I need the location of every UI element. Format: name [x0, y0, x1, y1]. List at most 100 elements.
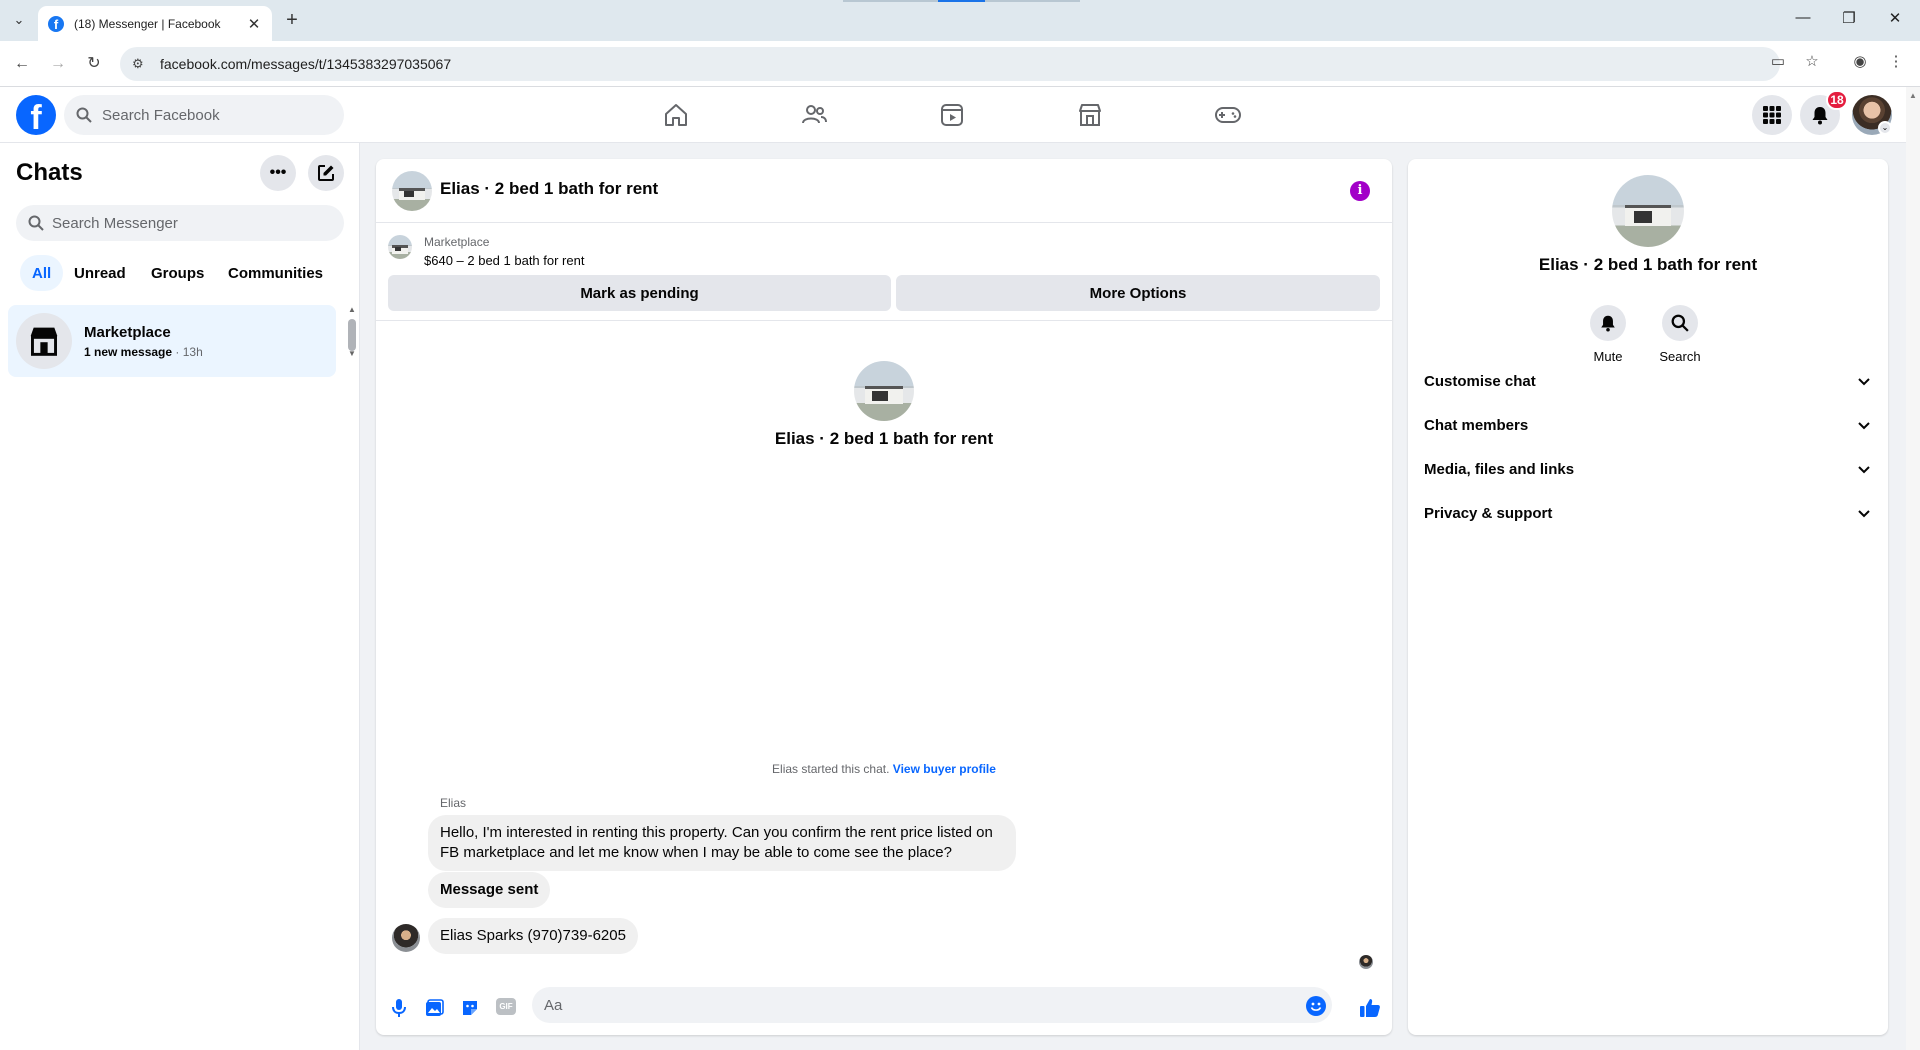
view-buyer-profile-link[interactable]: View buyer profile — [893, 762, 996, 776]
message-bubble[interactable]: Hello, I'm interested in renting this pr… — [428, 815, 1016, 871]
compose-icon — [318, 165, 334, 181]
seen-receipt-avatar — [1359, 955, 1373, 969]
home-icon[interactable] — [662, 101, 690, 129]
tab-strip-indicator — [843, 0, 938, 2]
facebook-favicon-icon: f — [48, 15, 64, 32]
profile-icon[interactable]: ◉ — [1848, 52, 1872, 70]
mute-action[interactable]: Mute — [1578, 305, 1638, 364]
tab-search-chevron-icon[interactable]: ⌄ — [8, 9, 30, 31]
chat-name: Marketplace — [84, 323, 171, 341]
browser-tab-bar: ⌄ f (18) Messenger | Facebook ✕ + — ❐ ✕ — [0, 0, 1920, 41]
mark-as-pending-button[interactable]: Mark as pending — [388, 275, 891, 311]
friends-icon[interactable] — [800, 101, 828, 129]
scroll-up-arrow-icon[interactable]: ▲ — [348, 305, 356, 314]
section-label: Customise chat — [1424, 372, 1536, 390]
restore-icon[interactable]: ❐ — [1834, 9, 1864, 27]
forward-icon[interactable]: → — [46, 52, 70, 76]
message-bubble[interactable]: Message sent — [428, 872, 551, 908]
bell-icon — [1812, 107, 1828, 125]
message-input[interactable]: Aa — [532, 987, 1332, 1023]
search-action[interactable]: Search — [1650, 305, 1710, 364]
photo-icon[interactable] — [423, 997, 445, 1019]
search-icon[interactable] — [1662, 305, 1698, 341]
scrollbar-thumb[interactable] — [348, 319, 356, 351]
url-omnibox[interactable]: ⚙ facebook.com/messages/t/13453832970350… — [120, 47, 1780, 81]
section-customise-chat[interactable]: Customise chat — [1424, 359, 1872, 403]
search-icon — [28, 215, 44, 231]
marketplace-avatar — [16, 313, 72, 369]
page-scrollbar[interactable]: ▲ — [1906, 87, 1920, 1050]
marketplace-shop-icon — [30, 327, 58, 356]
search-icon — [76, 107, 92, 123]
listing-price-title[interactable]: $640 – 2 bed 1 bath for rent — [424, 253, 584, 268]
close-tab-icon[interactable]: ✕ — [246, 15, 262, 33]
intro-name: Elias · 2 bed 1 bath for rent — [774, 429, 994, 448]
listing-avatar[interactable] — [392, 171, 432, 211]
chevron-down-icon — [1858, 378, 1870, 386]
bell-icon[interactable] — [1590, 305, 1626, 341]
gif-icon[interactable]: GIF — [496, 998, 516, 1015]
chat-preview-text: 1 new message — [84, 344, 173, 359]
url-text: facebook.com/messages/t/1345383297035067 — [160, 56, 452, 72]
section-privacy-support[interactable]: Privacy & support — [1424, 491, 1872, 535]
marketplace-icon[interactable] — [1076, 101, 1104, 129]
message-composer: GIF Aa — [376, 979, 1392, 1035]
section-label: Media, files and links — [1424, 460, 1575, 478]
section-media-files-links[interactable]: Media, files and links — [1424, 447, 1872, 491]
section-chat-members[interactable]: Chat members — [1424, 403, 1872, 447]
filter-all[interactable]: All — [20, 255, 64, 291]
notification-badge: 18 — [1826, 90, 1848, 110]
filter-communities[interactable]: Communities — [216, 255, 335, 291]
marketplace-label: Marketplace — [424, 235, 490, 249]
microphone-icon[interactable] — [388, 997, 410, 1019]
scroll-down-arrow-icon[interactable]: ▼ — [348, 349, 356, 358]
bookmark-star-icon[interactable]: ☆ — [1800, 52, 1824, 70]
chat-list-item-marketplace[interactable]: Marketplace 1 new message · 13h — [8, 305, 336, 377]
intro-listing-avatar — [854, 361, 914, 421]
gaming-icon[interactable] — [1214, 101, 1242, 129]
site-info-icon[interactable]: ⚙ — [132, 56, 148, 72]
filter-groups[interactable]: Groups — [139, 255, 216, 291]
new-message-button[interactable] — [308, 155, 344, 191]
section-label: Privacy & support — [1424, 504, 1553, 522]
message-bubble[interactable]: Elias Sparks (970)739-6205 — [428, 918, 638, 954]
chevron-down-icon — [1858, 510, 1870, 518]
emoji-icon[interactable] — [1306, 996, 1326, 1016]
chevron-down-icon — [1858, 422, 1870, 430]
chat-list-scrollbar[interactable]: ▲ ▼ — [348, 305, 356, 359]
grid-icon — [1763, 106, 1781, 124]
more-options-button[interactable]: More Options — [896, 275, 1380, 311]
chat-options-button[interactable]: ••• — [260, 155, 296, 191]
reload-icon[interactable]: ↻ — [82, 52, 106, 76]
facebook-search-input[interactable]: Search Facebook — [64, 95, 344, 135]
browser-menu-icon[interactable]: ⋮ — [1884, 52, 1908, 70]
install-app-icon[interactable]: ▭ — [1766, 52, 1790, 70]
minimize-icon[interactable]: — — [1788, 9, 1818, 26]
sender-avatar[interactable] — [392, 924, 420, 952]
facebook-logo-icon[interactable]: f — [16, 95, 56, 135]
back-icon[interactable]: ← — [10, 52, 34, 76]
filter-unread[interactable]: Unread — [62, 255, 138, 291]
video-icon[interactable] — [938, 101, 966, 129]
info-icon[interactable]: i — [1350, 181, 1370, 201]
close-window-icon[interactable]: ✕ — [1880, 9, 1910, 27]
conversation-header: Elias · 2 bed 1 bath for rent i — [376, 159, 1392, 223]
section-label: Chat members — [1424, 416, 1529, 434]
chat-info-panel: Elias · 2 bed 1 bath for rent Mute Searc… — [1408, 159, 1888, 1035]
menu-grid-button[interactable] — [1752, 95, 1792, 135]
messenger-search-input[interactable]: Search Messenger — [16, 205, 344, 241]
scroll-up-arrow-icon[interactable]: ▲ — [1906, 91, 1920, 100]
chat-time: 13h — [182, 344, 203, 359]
chevron-down-icon — [1858, 466, 1870, 474]
chats-title: Chats — [16, 159, 83, 186]
account-chevron-icon[interactable]: ⌄ — [1878, 121, 1892, 135]
facebook-top-bar: f Search Facebook 18 ⌄ — [0, 87, 1906, 143]
conversation-title[interactable]: Elias · 2 bed 1 bath for rent — [440, 179, 658, 199]
new-tab-button[interactable]: + — [280, 9, 304, 33]
chat-preview: 1 new message · 13h — [84, 344, 203, 359]
chat-started-notice: Elias started this chat. View buyer prof… — [376, 762, 1392, 776]
like-thumbs-up-icon[interactable] — [1358, 997, 1382, 1019]
marketplace-listing-strip: Marketplace $640 – 2 bed 1 bath for rent… — [376, 223, 1392, 321]
browser-tab[interactable]: f (18) Messenger | Facebook ✕ — [38, 6, 272, 41]
sticker-icon[interactable] — [459, 997, 481, 1019]
